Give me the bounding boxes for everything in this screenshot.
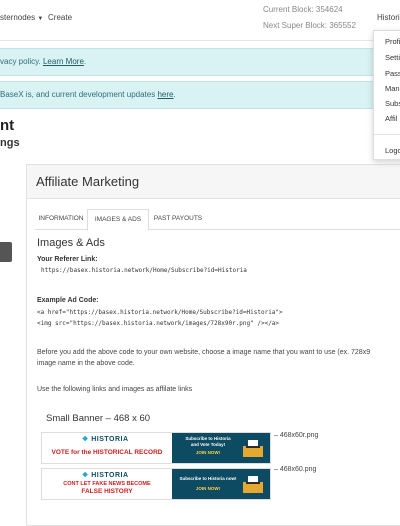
panel-title: Affiliate Marketing	[36, 174, 140, 189]
banner-join-now: JOIN NOW!	[195, 450, 221, 455]
menu-divider	[374, 134, 400, 135]
banner-join-now: JOIN NOW!	[195, 486, 221, 491]
banner-right: Subscribe to Historia now! JOIN NOW!	[172, 469, 270, 499]
page-title: nt	[0, 117, 15, 134]
banner-left: ❖ HISTORIA CONT LET FAKE NEWS BECOME FAL…	[42, 469, 172, 499]
banner-cta-line-1: Subscribe to Historia	[185, 436, 231, 441]
nav-masternodes-menu[interactable]: sternodes ▼	[0, 13, 43, 22]
page-subtitle: ngs	[0, 137, 20, 149]
panel-header: Affiliate Marketing	[27, 165, 400, 199]
top-navbar: sternodes ▼ Create Current Block: 354624…	[0, 0, 400, 41]
affiliate-panel: Affiliate Marketing INFORMATION IMAGES &…	[26, 164, 400, 526]
user-dropdown-menu: Profi Setti Pass Mana Subs Affil Logo	[373, 30, 400, 160]
banner-cta-line-1: Subscribe to Historia now!	[179, 476, 237, 481]
updates-here-link[interactable]: here	[157, 90, 173, 99]
banner-logo-text: HISTORIA	[91, 436, 129, 443]
privacy-alert-tail: .	[83, 57, 87, 66]
nav-create-link[interactable]: Create	[48, 13, 72, 22]
banner-tagline: VOTE for the HISTORICAL RECORD	[51, 449, 163, 456]
ad-code-line-1[interactable]: <a href="https://basex.historia.network/…	[37, 309, 283, 316]
menu-item-profile[interactable]: Profi	[385, 37, 400, 46]
menu-item-subscriptions[interactable]: Subs	[385, 99, 400, 108]
referer-link-label: Your Referer Link:	[37, 256, 98, 263]
referer-link-value[interactable]: https://basex.historia.network/Home/Subs…	[41, 267, 247, 274]
banner-right: Subscribe to Historia and Vote Today! JO…	[172, 433, 270, 463]
historia-logo: ❖ HISTORIA	[82, 472, 129, 479]
banner-filename-468x60: – 468x60.png	[274, 466, 317, 473]
learn-more-link[interactable]: Learn More	[43, 57, 84, 66]
privacy-alert-text: vacy policy.	[0, 57, 43, 66]
banner-tagline: CONT LET FAKE NEWS BECOME	[63, 481, 151, 487]
ad-code-line-2[interactable]: <img src="https://basex.historia.network…	[37, 320, 279, 327]
section-title: Images & Ads	[37, 237, 105, 249]
banner-left: ❖ HISTORIA VOTE for the HISTORICAL RECOR…	[42, 433, 172, 463]
menu-item-affiliate[interactable]: Affil	[385, 114, 397, 123]
banner-image-468x60[interactable]: ❖ HISTORIA CONT LET FAKE NEWS BECOME FAL…	[41, 468, 271, 500]
ballot-box-icon	[243, 476, 263, 493]
affiliate-links-text: Use the following links and images as af…	[37, 386, 193, 393]
banner-tagline-2: FALSE HISTORY	[81, 488, 133, 495]
sidebar-toggle-button[interactable]	[0, 242, 12, 262]
banner-image-468x60r[interactable]: ❖ HISTORIA VOTE for the HISTORICAL RECOR…	[41, 432, 271, 464]
ad-code-label: Example Ad Code:	[37, 297, 99, 304]
banner-filename-468x60r: – 468x60r.png	[274, 432, 319, 439]
banner-section-title: Small Banner – 468 x 60	[46, 413, 151, 424]
caret-down-icon: ▼	[37, 16, 44, 22]
menu-item-settings[interactable]: Setti	[385, 53, 400, 62]
updates-alert: BaseX is, and current development update…	[0, 81, 400, 109]
instructions-line-1: Before you add the above code to your ow…	[37, 349, 371, 356]
user-menu[interactable]: Historia	[377, 13, 400, 22]
banner-cta-line-2: and Vote Today!	[190, 442, 226, 447]
current-block-text: Current Block: 354624	[263, 5, 343, 14]
next-super-block-text: Next Super Block: 365552	[263, 21, 356, 30]
nav-masternodes-label: sternodes	[0, 13, 36, 22]
tab-information[interactable]: INFORMATION	[35, 209, 87, 229]
banner-logo-text: HISTORIA	[91, 472, 129, 479]
tab-images-ads[interactable]: IMAGES & ADS	[87, 209, 149, 231]
privacy-alert: vacy policy. Learn More.	[0, 48, 400, 76]
ballot-box-icon	[243, 440, 263, 457]
historia-logo: ❖ HISTORIA	[82, 436, 129, 443]
menu-item-logout[interactable]: Logo	[385, 146, 400, 155]
updates-alert-tail: .	[173, 90, 176, 99]
updates-alert-text: BaseX is, and current development update…	[0, 90, 158, 99]
tab-past-payouts[interactable]: PAST PAYOUTS	[149, 209, 207, 229]
menu-item-password[interactable]: Pass	[385, 69, 400, 78]
menu-item-manage[interactable]: Mana	[385, 84, 400, 93]
instructions-line-2: image name in the above code.	[37, 360, 135, 367]
tab-bar: INFORMATION IMAGES & ADS PAST PAYOUTS	[35, 209, 400, 231]
